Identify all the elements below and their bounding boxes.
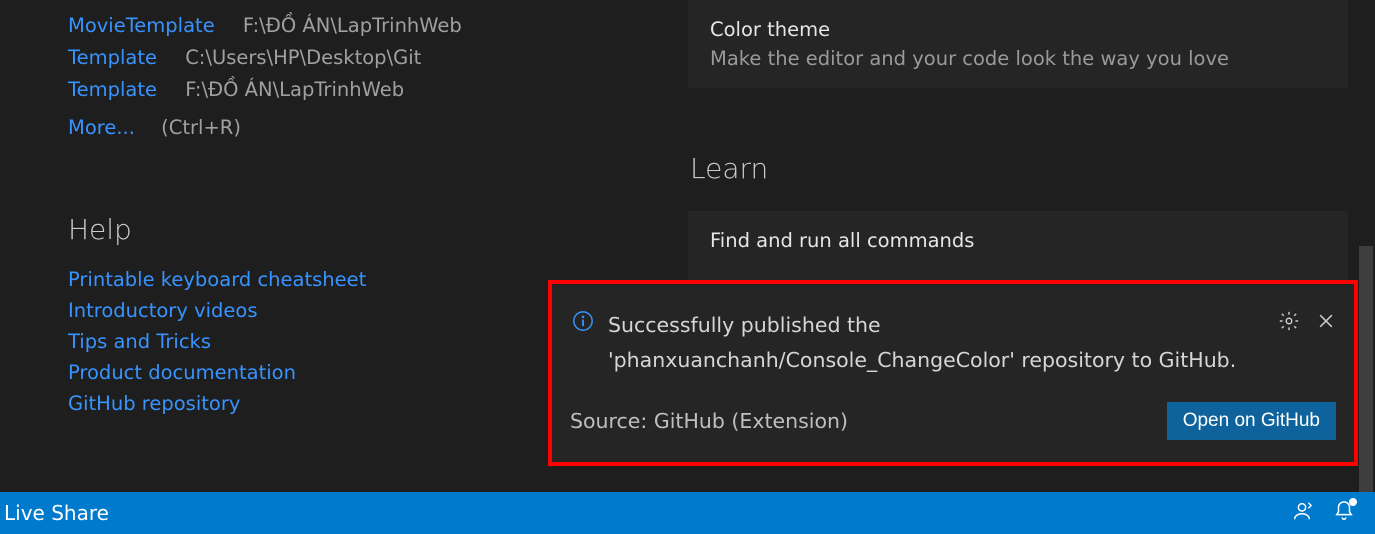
recent-path: F:\ĐỒ ÁN\LapTrinhWeb <box>185 78 404 101</box>
recent-item[interactable]: Template F:\ĐỒ ÁN\LapTrinhWeb <box>68 74 680 106</box>
find-commands-card[interactable]: Find and run all commands <box>688 211 1348 288</box>
card-title: Color theme <box>710 18 1326 41</box>
info-icon <box>572 310 596 336</box>
notification-toast: Successfully published the 'phanxuanchan… <box>548 280 1358 466</box>
card-title: Find and run all commands <box>710 229 1326 252</box>
help-heading: Help <box>68 213 680 246</box>
card-subtitle: Make the editor and your code look the w… <box>710 47 1326 70</box>
more-link[interactable]: More... <box>68 116 135 139</box>
more-shortcut: (Ctrl+R) <box>161 116 241 139</box>
notification-source: Source: GitHub (Extension) <box>570 409 848 433</box>
close-icon[interactable] <box>1316 311 1336 335</box>
recent-more-row: More... (Ctrl+R) <box>68 116 680 139</box>
scroll-thumb[interactable] <box>1359 246 1373 492</box>
recent-name[interactable]: Template <box>68 46 157 69</box>
feedback-icon[interactable] <box>1291 500 1313 527</box>
notification-message: Successfully published the 'phanxuanchan… <box>608 308 1278 378</box>
bell-icon[interactable] <box>1333 500 1355 527</box>
live-share-button[interactable]: Live Share <box>4 501 109 525</box>
color-theme-card[interactable]: Color theme Make the editor and your cod… <box>688 0 1348 88</box>
recent-path: C:\Users\HP\Desktop\Git <box>185 46 421 69</box>
recent-path: F:\ĐỒ ÁN\LapTrinhWeb <box>243 14 462 37</box>
recent-item[interactable]: MovieTemplate F:\ĐỒ ÁN\LapTrinhWeb <box>68 10 680 42</box>
recent-item[interactable]: Template C:\Users\HP\Desktop\Git <box>68 42 680 74</box>
learn-heading: Learn <box>690 152 1375 185</box>
open-on-github-button[interactable]: Open on GitHub <box>1167 402 1336 440</box>
gear-icon[interactable] <box>1278 310 1300 336</box>
recent-name[interactable]: Template <box>68 78 157 101</box>
recent-name[interactable]: MovieTemplate <box>68 14 215 37</box>
status-bar: Live Share <box>0 492 1375 534</box>
scrollbar[interactable] <box>1359 0 1373 492</box>
